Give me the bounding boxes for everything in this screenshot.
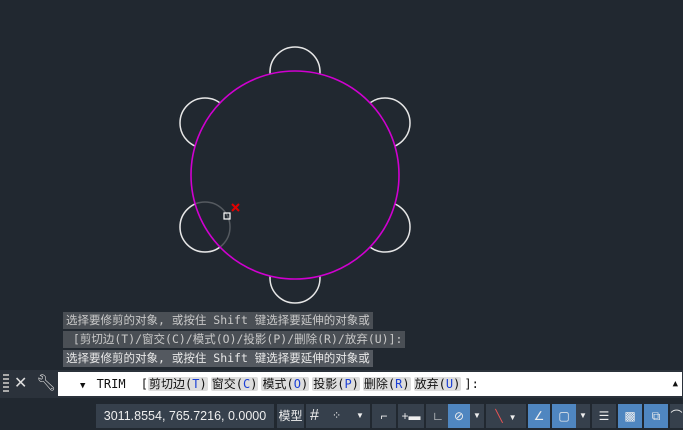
- chevron-down-icon[interactable]: ▼: [356, 404, 364, 428]
- isometric-icon[interactable]: ╲ ▼: [486, 404, 526, 428]
- command-option-o[interactable]: 模式(O): [261, 377, 310, 391]
- history-line: 选择要修剪的对象, 或按住 Shift 键选择要延伸的对象或: [63, 312, 373, 329]
- polar-tracking-icon[interactable]: ⊘: [448, 404, 470, 428]
- object-snap-tracking-icon[interactable]: ∠: [528, 404, 550, 428]
- recent-commands-icon[interactable]: ▼: [80, 381, 85, 391]
- selection-cycling-icon[interactable]: ⧉: [644, 404, 668, 428]
- pick-point-marker: [231, 203, 240, 212]
- command-suffix: ]:: [464, 377, 479, 391]
- history-line: [剪切边(T)/窗交(C)/模式(O)/投影(P)/删除(R)/放弃(U)]:: [63, 331, 406, 348]
- close-icon[interactable]: ✕: [14, 373, 27, 392]
- history-line: 选择要修剪的对象, 或按住 Shift 键选择要延伸的对象或: [63, 350, 373, 367]
- status-bar: 3011.8554, 765.7216, 0.0000 模型 # ⁘ ▼ ⌐ +…: [0, 402, 683, 430]
- dynamic-input-icon[interactable]: +▬: [398, 404, 424, 428]
- lineweight-icon[interactable]: ☰: [592, 404, 616, 428]
- scroll-up-icon[interactable]: ▲: [673, 372, 678, 396]
- chevron-down-icon[interactable]: ▼: [470, 404, 484, 428]
- grid-icon[interactable]: #: [310, 404, 319, 428]
- snap-icon[interactable]: ⁘: [332, 404, 341, 428]
- small-circles: [179, 46, 411, 304]
- infer-constraints-icon[interactable]: ⌐: [372, 404, 396, 428]
- command-option-p[interactable]: 投影(P): [312, 377, 360, 391]
- command-option-r[interactable]: 删除(R): [362, 377, 411, 391]
- main-circle[interactable]: [190, 70, 400, 280]
- grid-snap-group: # ⁘ ▼: [306, 404, 370, 428]
- model-space-button[interactable]: 模型: [277, 404, 304, 428]
- 3d-osnap-icon[interactable]: ⌒: [670, 404, 683, 428]
- command-option-c[interactable]: 窗交(C): [210, 377, 259, 391]
- command-name: TRIM: [96, 377, 126, 391]
- drag-handle[interactable]: [3, 374, 9, 394]
- object-snap-icon[interactable]: ▢: [552, 404, 576, 428]
- wrench-icon[interactable]: 🔧︎: [36, 373, 56, 392]
- command-line: ✕ 🔧︎ ▼ TRIM [剪切边(T) 窗交(C) 模式(O) 投影(P) 删除(R) 放…: [0, 370, 683, 398]
- coordinate-readout[interactable]: 3011.8554, 765.7216, 0.0000: [96, 404, 274, 428]
- chevron-down-icon[interactable]: ▼: [576, 404, 590, 428]
- command-option-u[interactable]: 放弃(U): [413, 377, 462, 391]
- transparency-icon[interactable]: ▩: [618, 404, 642, 428]
- command-option-t[interactable]: 剪切边(T): [148, 377, 208, 391]
- command-input[interactable]: ▼ TRIM [剪切边(T) 窗交(C) 模式(O) 投影(P) 删除(R) 放弃(U)]…: [58, 372, 682, 396]
- ortho-icon[interactable]: ∟: [426, 404, 450, 428]
